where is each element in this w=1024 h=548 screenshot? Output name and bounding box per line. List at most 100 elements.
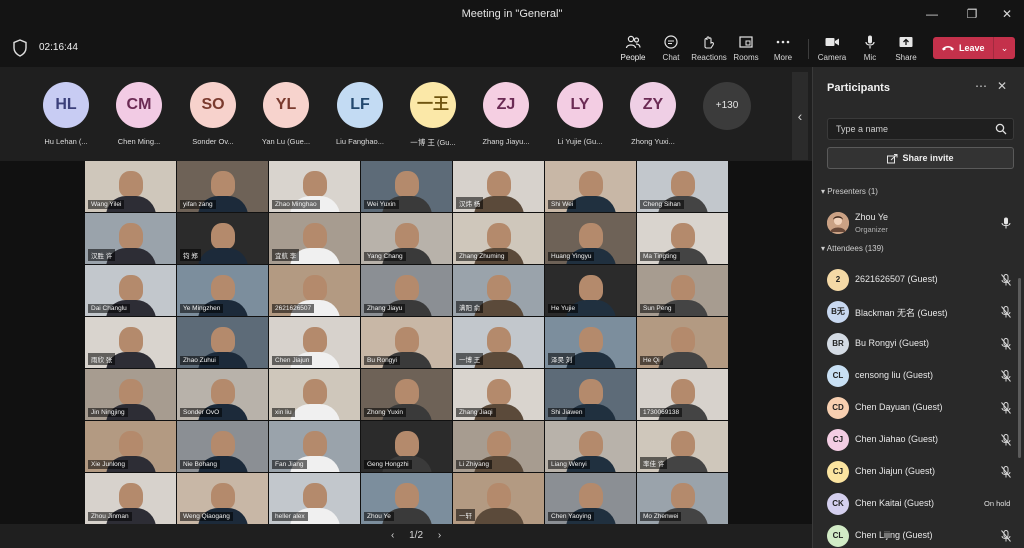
restore-icon[interactable]: ❐ — [958, 5, 986, 23]
tile-name-label: 泽昊 刘 — [548, 353, 576, 365]
video-tile[interactable]: heller alex — [269, 473, 360, 524]
avatar-strip-item[interactable]: LY Li Yujie (Gu... — [545, 82, 615, 146]
mic-icon — [865, 35, 875, 49]
video-tile[interactable]: Chen Yaoying — [545, 473, 636, 524]
video-tile[interactable]: 一博 王 — [453, 317, 544, 368]
avatar-strip-item[interactable]: ZJ Zhang Jiayu... — [471, 82, 541, 146]
participant-video — [119, 431, 143, 457]
video-tile[interactable]: 一轩 — [453, 473, 544, 524]
panel-more-icon[interactable]: ⋯ — [975, 79, 987, 93]
close-window-icon[interactable]: ✕ — [993, 5, 1021, 23]
attendee-row[interactable]: CJ Chen Jiahao (Guest) — [827, 425, 1017, 453]
search-participants-input[interactable]: Type a name — [827, 118, 1014, 140]
collapse-panel-chevron-icon[interactable]: ‹ — [792, 72, 808, 160]
video-tile[interactable]: Yang Chang — [361, 213, 452, 264]
video-tile[interactable]: 钧 郑 — [177, 213, 268, 264]
video-tile[interactable]: Huang Yingyu — [545, 213, 636, 264]
video-tile[interactable]: Li Zhiyang — [453, 421, 544, 472]
video-tile[interactable]: 满阳 俞 — [453, 265, 544, 316]
video-tile[interactable]: 雨欣 张 — [85, 317, 176, 368]
avatar-strip-item[interactable]: HL Hu Lehan (... — [31, 82, 101, 146]
attendee-row[interactable]: CL censong liu (Guest) — [827, 361, 1017, 389]
video-tile[interactable]: Sonder OvO — [177, 369, 268, 420]
attendee-row[interactable]: 2 2621626507 (Guest) — [827, 265, 1017, 293]
avatar-strip-item[interactable]: SO Sonder Ov... — [178, 82, 248, 146]
share-invite-button[interactable]: Share invite — [827, 147, 1014, 169]
video-tile[interactable]: Chen Jiajun — [269, 317, 360, 368]
video-tile[interactable]: Ma Tingting — [637, 213, 728, 264]
video-tile[interactable]: Zhao Minghao — [269, 161, 360, 212]
video-tile[interactable]: Geng Hongzhi — [361, 421, 452, 472]
video-tile[interactable]: xin liu — [269, 369, 360, 420]
attendee-row[interactable]: CK Chen Kaitai (Guest) On hold — [827, 489, 1017, 517]
video-tile[interactable]: Zhang Zhuming — [453, 213, 544, 264]
attendee-row[interactable]: CL Chen Lijing (Guest) — [827, 521, 1017, 548]
shield-icon[interactable] — [12, 39, 28, 57]
video-tile[interactable]: Cheng Sihan — [637, 161, 728, 212]
tile-name-label: xin liu — [272, 408, 295, 417]
avatar-strip-item[interactable]: CM Chen Ming... — [104, 82, 174, 146]
more-button[interactable]: More — [761, 34, 805, 66]
video-tile[interactable]: Bu Rongyi — [361, 317, 452, 368]
video-tile[interactable]: Fan Jiang — [269, 421, 360, 472]
video-tile[interactable]: 2621626507 — [269, 265, 360, 316]
minimize-icon[interactable]: — — [918, 5, 946, 23]
avatar-strip-item[interactable]: YL Yan Lu (Gue... — [251, 82, 321, 146]
attendee-row[interactable]: CD Chen Dayuan (Guest) — [827, 393, 1017, 421]
video-tile[interactable]: 1730069138 — [637, 369, 728, 420]
video-tile[interactable]: He Qi — [637, 317, 728, 368]
video-tile[interactable]: Xie Junlong — [85, 421, 176, 472]
avatar-strip-item[interactable]: 一王 一博 王 (Gu... — [398, 82, 468, 148]
meeting-timer: 02:16:44 — [39, 42, 78, 53]
participant-video — [303, 223, 327, 249]
panel-scrollbar[interactable] — [1018, 278, 1021, 458]
video-tile[interactable]: Nie Bohang — [177, 421, 268, 472]
video-tile[interactable]: Zhou Ye — [361, 473, 452, 524]
video-tile[interactable]: Zhang Jiayu — [361, 265, 452, 316]
avatar-strip-item[interactable]: LF Liu Fanghao... — [325, 82, 395, 146]
overflow-participants-button[interactable]: +130 — [703, 82, 751, 130]
video-tile[interactable]: Zhou Jinman — [85, 473, 176, 524]
share-button[interactable]: Share — [884, 34, 928, 66]
leave-button[interactable]: Leave ⌄ — [933, 37, 1015, 59]
presenter-row[interactable]: Zhou Ye Organizer — [827, 208, 1017, 236]
video-tile[interactable]: Sun Peng — [637, 265, 728, 316]
mic-muted-icon — [1001, 370, 1011, 382]
next-page-chevron-icon[interactable]: › — [438, 530, 441, 541]
video-tile[interactable]: Liang Wenyi — [545, 421, 636, 472]
close-panel-icon[interactable]: ✕ — [997, 79, 1007, 93]
search-icon[interactable] — [995, 123, 1007, 135]
video-tile[interactable]: Zhao Zuhui — [177, 317, 268, 368]
video-tile[interactable]: Wang Yilei — [85, 161, 176, 212]
participant-video — [211, 223, 235, 249]
video-tile[interactable]: 泽昊 刘 — [545, 317, 636, 368]
video-tile[interactable]: Zhang Jiaqi — [453, 369, 544, 420]
video-tile[interactable]: Mo Zhenwei — [637, 473, 728, 524]
video-tile[interactable]: yifan zang — [177, 161, 268, 212]
tile-name-label: Wei Yuxin — [364, 200, 399, 209]
attendees-header[interactable]: ▾ Attendees (139) — [821, 244, 884, 253]
presenters-header[interactable]: ▾ Presenters (1) — [821, 187, 878, 196]
tile-name-label: Weng Qiaogang — [180, 512, 233, 521]
video-tile[interactable]: 宜航 李 — [269, 213, 360, 264]
attendee-row[interactable]: BR Bu Rongyi (Guest) — [827, 329, 1017, 357]
attendee-name: censong liu (Guest) — [855, 370, 934, 380]
video-tile[interactable]: Weng Qiaogang — [177, 473, 268, 524]
attendee-row[interactable]: CJ Chen Jiajun (Guest) — [827, 457, 1017, 485]
avatar-strip-item[interactable]: ZY Zhong Yuxi... — [618, 82, 688, 146]
video-tile[interactable]: Ye Mingzhen — [177, 265, 268, 316]
video-tile[interactable]: Shi Jiawen — [545, 369, 636, 420]
attendee-row[interactable]: B无 Blackman 无名 (Guest) — [827, 297, 1017, 325]
prev-page-chevron-icon[interactable]: ‹ — [391, 530, 394, 541]
video-tile[interactable]: Dai Changlu — [85, 265, 176, 316]
video-tile[interactable]: Jin Ningjing — [85, 369, 176, 420]
video-tile[interactable]: Shi Wei — [545, 161, 636, 212]
video-tile[interactable]: 率佳 许 — [637, 421, 728, 472]
video-tile[interactable]: Wei Yuxin — [361, 161, 452, 212]
video-tile[interactable]: 汉炜 杨 — [453, 161, 544, 212]
video-tile[interactable]: 汉胜 许 — [85, 213, 176, 264]
chat-icon — [664, 35, 678, 49]
leave-options-chevron-icon[interactable]: ⌄ — [993, 37, 1015, 59]
video-tile[interactable]: He Yujie — [545, 265, 636, 316]
video-tile[interactable]: Zhong Yuxin — [361, 369, 452, 420]
